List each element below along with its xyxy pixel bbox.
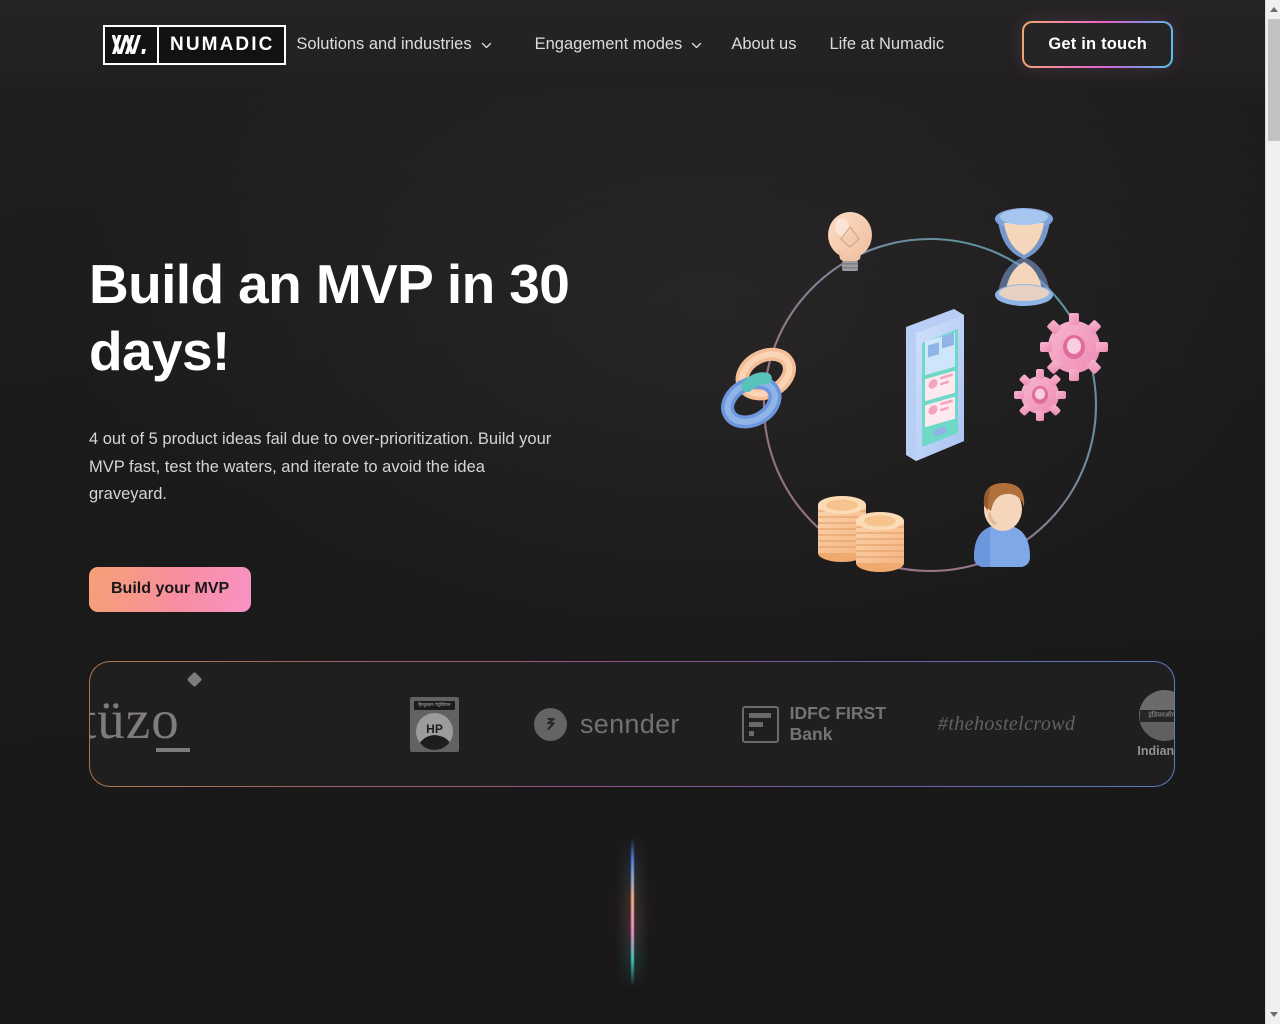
idfc-logo-label2: Bank — [789, 724, 833, 744]
nav-label: Solutions and industries — [296, 35, 472, 54]
hero-copy: Build an MVP in 30 days! 4 out of 5 prod… — [89, 251, 609, 613]
build-your-mvp-button[interactable]: Build your MVP — [89, 567, 252, 613]
site-header: NUMADIC Solutions and industries Engagem… — [0, 0, 1265, 89]
nav-item-life-at-numadic[interactable]: Life at Numadic — [829, 36, 944, 53]
nav-label: Life at Numadic — [829, 35, 945, 54]
nav-item-about-us[interactable]: About us — [731, 36, 796, 53]
nav-item-solutions-and-industries[interactable]: Solutions and industries — [296, 36, 491, 53]
client-logos-row: tüzo हिन्दुस्तान पेट्रोलियम HP sennder I… — [90, 662, 1174, 786]
gears-icon — [1014, 313, 1108, 421]
nav-label: About us — [731, 35, 797, 54]
sennder-logo: sennder — [534, 707, 680, 741]
header-inner: NUMADIC Solutions and industries Engagem… — [0, 0, 1265, 89]
scrollbar-thumb[interactable] — [1268, 19, 1280, 141]
chain-links-icon — [721, 347, 796, 429]
hp-leaf-icon — [416, 734, 453, 750]
idfc-mark-icon — [741, 705, 779, 743]
brand-logo[interactable]: NUMADIC — [103, 24, 287, 65]
mvp-cycle-illustration — [712, 193, 1152, 593]
tuzo-underline-icon — [156, 748, 190, 752]
hero-subtitle: 4 out of 5 product ideas fail due to ove… — [89, 430, 552, 503]
get-in-touch-label: Get in touch — [1024, 22, 1171, 67]
nav-item-engagement-modes[interactable]: Engagement modes — [535, 36, 703, 53]
gradient-divider — [631, 838, 634, 986]
hero-title: Build an MVP in 30 days! — [89, 253, 570, 383]
hero-section: Build an MVP in 30 days! 4 out of 5 prod… — [0, 89, 1265, 634]
nav-label: Engagement modes — [534, 35, 683, 54]
idfc-first-bank-logo: IDFC FIRST Bank — [741, 703, 886, 744]
lightbulb-icon — [828, 212, 872, 271]
hindustan-petroleum-logo: हिन्दुस्तान पेट्रोलियम HP — [410, 696, 459, 752]
coin-stacks-icon — [818, 496, 904, 572]
indianoil-emblem-icon: इंडियनऑयल — [1138, 690, 1174, 742]
hp-logo-box: हिन्दुस्तान पेट्रोलियम HP — [410, 696, 459, 752]
thehostelcrowd-logo: #thehostelcrowd — [937, 713, 1076, 735]
sennder-logo-label: sennder — [580, 708, 680, 739]
person-icon — [974, 483, 1030, 567]
scroll-up-arrow-icon[interactable] — [1266, 2, 1280, 17]
sennder-badge-icon — [534, 707, 567, 741]
tuzo-logo: tüzo — [90, 671, 203, 752]
main-navigation: Solutions and industries Engagement mode… — [296, 36, 1022, 53]
get-in-touch-button[interactable]: Get in touch — [1022, 20, 1173, 69]
numadic-logo-mark-icon — [103, 24, 159, 65]
hp-logo-label: HP — [426, 722, 443, 736]
idfc-logo-text: IDFC FIRST Bank — [790, 703, 886, 744]
tuzo-logo-label: tüzo — [90, 689, 180, 750]
browser-scrollbar[interactable] — [1265, 0, 1280, 1024]
scroll-down-arrow-icon[interactable] — [1266, 1007, 1280, 1022]
page-viewport: NUMADIC Solutions and industries Engagem… — [0, 0, 1265, 1024]
chevron-down-icon — [691, 40, 702, 51]
hp-logo-emblem: HP — [416, 712, 453, 750]
mobile-phone-mockup — [906, 309, 964, 461]
client-logos-strip: tüzo हिन्दुस्तान पेट्रोलियम HP sennder I… — [89, 661, 1175, 787]
hp-logo-sublabel: हिन्दुस्तान पेट्रोलियम — [414, 700, 455, 710]
idfc-logo-label: IDFC FIRST — [789, 703, 886, 724]
indianoil-logo-label: IndianOil — [1137, 744, 1174, 759]
tuzo-diamond-icon — [186, 671, 203, 688]
chevron-down-icon — [481, 40, 492, 51]
indianoil-sublabel: इंडियनऑयल — [1140, 709, 1174, 722]
indianoil-logo: इंडियनऑयल IndianOil — [1137, 690, 1174, 758]
brand-name: NUMADIC — [159, 24, 287, 65]
